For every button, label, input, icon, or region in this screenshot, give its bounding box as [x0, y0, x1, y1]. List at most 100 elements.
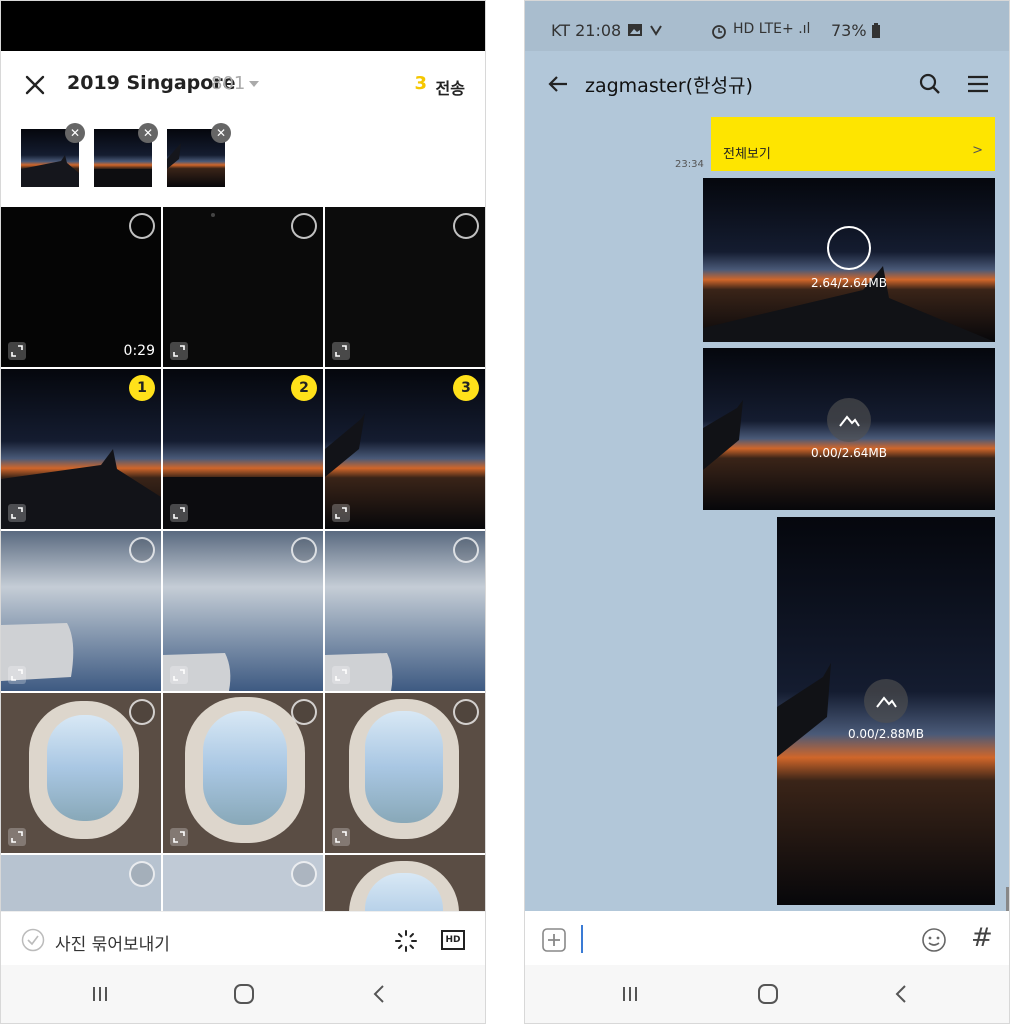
status-time: KT 21:08	[551, 21, 622, 40]
photo-cell[interactable]: 0:29	[1, 207, 161, 367]
photo-message[interactable]: 0.00/2.88MB	[777, 517, 995, 905]
download-progress-icon[interactable]	[827, 226, 871, 270]
battery-icon	[872, 23, 880, 38]
view-all-bubble[interactable]: 전체보기 >	[711, 117, 995, 171]
photo-cell[interactable]: 3	[325, 369, 485, 529]
message-input-bar: #	[525, 911, 1009, 967]
select-circle[interactable]	[129, 213, 155, 239]
photo-message[interactable]: 2.64/2.64MB	[703, 178, 995, 342]
selected-thumbnail[interactable]: ✕	[94, 123, 158, 187]
remove-icon[interactable]: ✕	[65, 123, 85, 143]
home-icon[interactable]	[231, 981, 257, 1007]
hd-icon[interactable]: HD	[441, 930, 465, 950]
send-button[interactable]: 전송	[436, 75, 465, 99]
photo-picker-screen: 2019 Singapore 801 3 전송 ✕ ✕ ✕ 0:29 1 2 3…	[0, 0, 486, 1024]
expand-icon[interactable]	[7, 665, 27, 685]
back-nav-icon[interactable]	[889, 981, 915, 1007]
download-size: 0.00/2.88MB	[847, 727, 925, 741]
selection-number[interactable]: 1	[129, 375, 155, 401]
download-size: 0.00/2.64MB	[810, 446, 888, 460]
system-nav-bar	[1, 965, 485, 1023]
photo-message[interactable]: 0.00/2.64MB	[703, 348, 995, 510]
photo-cell[interactable]	[325, 693, 485, 853]
scrollbar[interactable]	[1006, 887, 1009, 911]
image-icon[interactable]	[827, 398, 871, 442]
status-area	[1, 1, 485, 51]
photo-cell[interactable]	[163, 531, 323, 691]
message-list[interactable]: 전체보기 > 23:34 2.64/2.64MB 0.00/2.64MB 0.0…	[525, 117, 1009, 911]
expand-icon[interactable]	[7, 341, 27, 361]
expand-icon[interactable]	[169, 341, 189, 361]
back-arrow-icon[interactable]	[545, 71, 571, 97]
photo-cell[interactable]	[325, 207, 485, 367]
expand-icon[interactable]	[169, 503, 189, 523]
selection-number[interactable]: 3	[453, 375, 479, 401]
select-circle[interactable]	[129, 699, 155, 725]
recent-apps-icon[interactable]	[617, 981, 643, 1007]
photo-cell[interactable]	[163, 855, 323, 911]
remove-icon[interactable]: ✕	[211, 123, 231, 143]
image-icon[interactable]	[864, 679, 908, 723]
select-circle[interactable]	[291, 537, 317, 563]
select-circle[interactable]	[453, 213, 479, 239]
chat-header: zagmaster(한성규)	[525, 51, 1009, 117]
emoji-icon[interactable]	[921, 927, 947, 953]
gallery-icon	[628, 24, 642, 36]
alarm-icon	[712, 25, 726, 39]
album-count: 801	[211, 73, 246, 94]
select-circle[interactable]	[291, 861, 317, 887]
photo-cell[interactable]	[1, 531, 161, 691]
expand-icon[interactable]	[331, 665, 351, 685]
selected-thumbnail-strip: ✕ ✕ ✕	[1, 119, 485, 205]
home-icon[interactable]	[755, 981, 781, 1007]
select-circle[interactable]	[291, 213, 317, 239]
view-all-label[interactable]: 전체보기	[723, 143, 771, 162]
hashtag-icon[interactable]: #	[971, 923, 993, 953]
expand-icon[interactable]	[169, 665, 189, 685]
bundle-photos-label[interactable]: 사진 묶어보내기	[55, 930, 170, 955]
close-icon[interactable]	[19, 69, 51, 101]
chat-title: zagmaster(한성규)	[585, 75, 753, 97]
select-circle[interactable]	[129, 537, 155, 563]
plus-icon[interactable]	[541, 927, 567, 953]
sparkle-icon[interactable]	[393, 928, 419, 954]
chevron-right-icon: >	[972, 143, 983, 158]
photo-cell[interactable]	[325, 531, 485, 691]
picker-bottom-bar: 사진 묶어보내기 HD	[1, 911, 485, 967]
photo-cell[interactable]: 1	[1, 369, 161, 529]
check-circle-icon[interactable]	[21, 928, 45, 952]
remove-icon[interactable]: ✕	[138, 123, 158, 143]
photo-grid: 0:29 1 2 3	[1, 207, 485, 911]
photo-cell[interactable]	[1, 855, 161, 911]
selection-number[interactable]: 2	[291, 375, 317, 401]
expand-icon[interactable]	[331, 503, 351, 523]
select-circle[interactable]	[453, 699, 479, 725]
select-circle[interactable]	[453, 537, 479, 563]
recent-apps-icon[interactable]	[87, 981, 113, 1007]
photo-cell[interactable]	[325, 855, 485, 911]
photo-cell[interactable]: 2	[163, 369, 323, 529]
menu-icon[interactable]	[965, 71, 991, 97]
search-icon[interactable]	[917, 71, 943, 97]
selected-thumbnail[interactable]: ✕	[167, 123, 231, 187]
photo-cell[interactable]	[163, 207, 323, 367]
video-duration: 0:29	[123, 343, 155, 359]
chat-screen: KT 21:08 HD LTE+ .ıl 73% zagmaster(한성규) …	[524, 0, 1010, 1024]
notification-icon	[650, 25, 662, 36]
select-circle[interactable]	[129, 861, 155, 887]
photo-cell[interactable]	[163, 693, 323, 853]
back-nav-icon[interactable]	[367, 981, 393, 1007]
selected-thumbnail[interactable]: ✕	[21, 123, 85, 187]
expand-icon[interactable]	[169, 827, 189, 847]
message-input[interactable]	[581, 925, 583, 953]
status-icons: HD LTE+ .ıl	[733, 21, 811, 37]
photo-cell[interactable]	[1, 693, 161, 853]
expand-icon[interactable]	[331, 827, 351, 847]
expand-icon[interactable]	[331, 341, 351, 361]
system-nav-bar	[525, 965, 1009, 1023]
chevron-down-icon[interactable]	[249, 81, 259, 87]
select-circle[interactable]	[291, 699, 317, 725]
status-bar: KT 21:08 HD LTE+ .ıl 73%	[525, 1, 1009, 51]
expand-icon[interactable]	[7, 503, 27, 523]
expand-icon[interactable]	[7, 827, 27, 847]
